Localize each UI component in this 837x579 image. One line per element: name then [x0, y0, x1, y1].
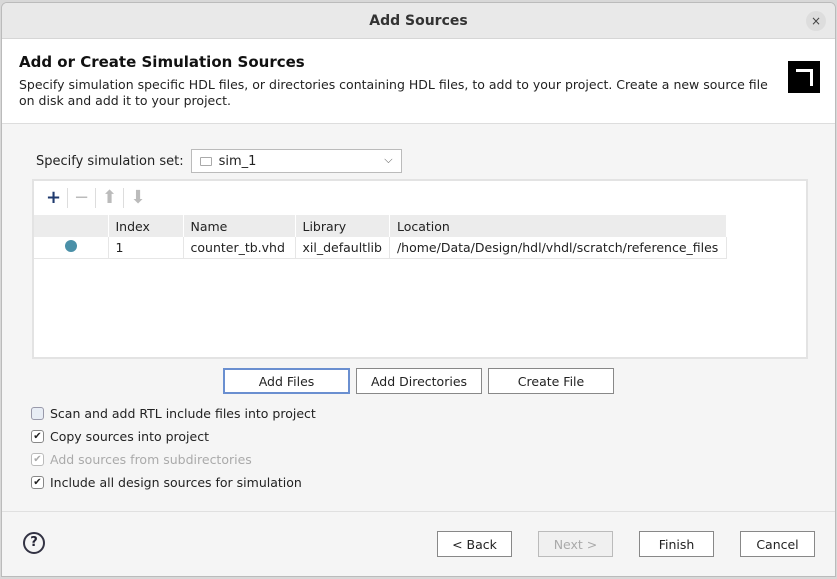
cancel-button[interactable]: Cancel [740, 531, 815, 557]
column-name[interactable]: Name [183, 215, 296, 237]
checkbox-label: Add sources from subdirectories [50, 452, 252, 467]
back-button[interactable]: < Back [437, 531, 512, 557]
amd-logo-icon [788, 61, 820, 93]
checkbox-checked-icon: ✔ [31, 476, 44, 489]
status-dot-icon [64, 239, 77, 252]
finish-button[interactable]: Finish [639, 531, 714, 557]
checkbox-checked-icon: ✔ [31, 430, 44, 443]
table-header: Index Name Library Location [34, 215, 727, 237]
page-description: Specify simulation specific HDL files, o… [19, 77, 768, 108]
table-toolbar: + − ⬆ ⬇ [34, 181, 806, 215]
include-design-sources-checkbox[interactable]: ✔ Include all design sources for simulat… [31, 475, 302, 490]
dialog-title: Add Sources [2, 3, 835, 39]
folder-icon [199, 156, 212, 166]
add-sources-dialog: Add Sources × Add or Create Simulation S… [1, 2, 836, 577]
move-down-icon[interactable]: ⬇ [124, 188, 152, 208]
footer-divider [2, 511, 835, 512]
simulation-set-row: Specify simulation set: sim_1 ⌵ [36, 149, 402, 173]
simulation-set-select[interactable]: sim_1 ⌵ [190, 149, 402, 173]
page-title: Add or Create Simulation Sources [19, 53, 305, 71]
remove-icon[interactable]: − [68, 188, 96, 208]
checkbox-checked-icon: ✔ [31, 453, 44, 466]
table-row[interactable]: 1 counter_tb.vhd xil_defaultlib /home/Da… [34, 237, 727, 259]
create-file-button[interactable]: Create File [488, 368, 614, 394]
help-icon[interactable]: ? [23, 532, 45, 554]
cell-name: counter_tb.vhd [183, 237, 296, 259]
add-subdirectories-checkbox: ✔ Add sources from subdirectories [31, 452, 252, 467]
cell-location: /home/Data/Design/hdl/vhdl/scratch/refer… [389, 237, 727, 259]
sources-table-panel: + − ⬆ ⬇ Index Name Library Location 1 co… [32, 179, 808, 359]
next-button: Next > [538, 531, 613, 557]
column-index[interactable]: Index [108, 215, 184, 237]
dialog-header: Add or Create Simulation Sources Specify… [2, 39, 835, 124]
copy-sources-checkbox[interactable]: ✔ Copy sources into project [31, 429, 209, 444]
simulation-set-label: Specify simulation set: [36, 153, 184, 169]
cell-index: 1 [108, 237, 184, 259]
checkbox-label: Copy sources into project [50, 429, 209, 444]
sources-table: Index Name Library Location 1 counter_tb… [34, 215, 727, 259]
scan-rtl-include-checkbox[interactable]: Scan and add RTL include files into proj… [31, 406, 316, 421]
add-directories-button[interactable]: Add Directories [356, 368, 482, 394]
column-location[interactable]: Location [389, 215, 727, 237]
move-up-icon[interactable]: ⬆ [96, 188, 124, 208]
source-buttons: Add Files Add Directories Create File [223, 368, 614, 394]
simulation-set-value: sim_1 [218, 153, 257, 169]
column-library[interactable]: Library [295, 215, 390, 237]
chevron-down-icon: ⌵ [384, 153, 393, 166]
close-icon[interactable]: × [806, 11, 826, 31]
cell-library[interactable]: xil_defaultlib [295, 237, 390, 259]
add-files-button[interactable]: Add Files [223, 368, 350, 394]
checkbox-label: Scan and add RTL include files into proj… [50, 406, 316, 421]
checkbox-label: Include all design sources for simulatio… [50, 475, 302, 490]
column-status[interactable] [34, 215, 109, 237]
add-icon[interactable]: + [40, 188, 68, 208]
checkbox-unchecked-icon [31, 407, 44, 420]
